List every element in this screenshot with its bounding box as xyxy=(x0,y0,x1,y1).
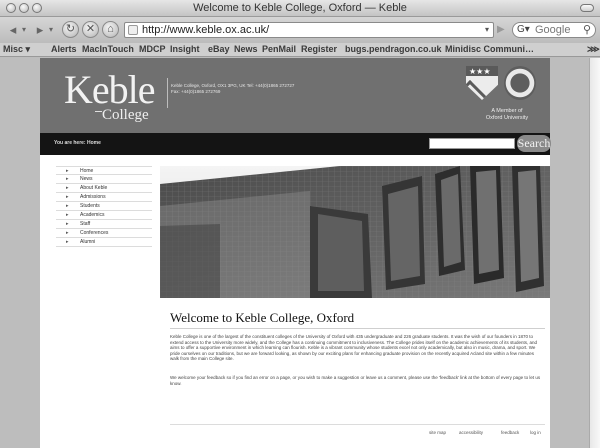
bookmarks-bar: Misc ▾ Alerts MacInTouch MDCP Insight eB… xyxy=(0,43,600,57)
left-navigation: ▸ Home ▸ News ▸ About Keble ▸ Admissions ▸ St… xyxy=(56,166,152,247)
window-title: Welcome to Keble College, Oxford — Keble xyxy=(193,2,407,14)
member-line-2: Oxford University xyxy=(485,115,529,121)
search-placeholder: Google xyxy=(535,24,571,36)
footer-divider xyxy=(170,424,545,425)
stop-button[interactable]: ✕ xyxy=(82,21,99,38)
nav-label: News xyxy=(80,176,93,182)
oxford-university-seal-icon xyxy=(504,66,536,100)
vertical-scrollbar[interactable] xyxy=(589,58,600,448)
bookmark-ebay[interactable]: eBay xyxy=(208,44,230,54)
nav-label: About Keble xyxy=(80,185,108,191)
college-address: Keble College, Oxford, OX1 3PG, UK Tel: … xyxy=(171,83,295,94)
nav-label: Staff xyxy=(80,221,91,227)
feed-icon[interactable]: ▶ xyxy=(497,24,505,35)
forward-history-dropdown-icon[interactable]: ▾ xyxy=(47,22,55,38)
footer-link-accessibility[interactable]: accessibility xyxy=(459,430,483,435)
title-divider xyxy=(170,328,545,329)
keble-logo[interactable]: Keble xyxy=(64,70,156,110)
footer-link-log-in[interactable]: log in xyxy=(530,430,541,435)
nav-label: Students xyxy=(80,203,100,209)
header-divider xyxy=(167,78,168,108)
chevron-right-icon: ▸ xyxy=(66,221,69,227)
bookmark-penmail[interactable]: PenMail xyxy=(262,44,296,54)
nav-item-academics[interactable]: ▸ Academics xyxy=(56,211,152,220)
nav-label: Alumni xyxy=(80,239,96,245)
nav-item-conferences[interactable]: ▸ Conferences xyxy=(56,229,152,238)
url-text[interactable]: http://www.keble.ox.ac.uk/ xyxy=(142,24,269,36)
hero-photo-building xyxy=(160,166,550,298)
back-history-dropdown-icon[interactable]: ▾ xyxy=(20,22,28,38)
reload-button[interactable]: ↻ xyxy=(62,21,79,38)
page-title: Welcome to Keble College, Oxford xyxy=(170,310,355,325)
crest-stars: ★★★ xyxy=(469,67,491,76)
member-of-oxford-text[interactable]: A Member of Oxford University xyxy=(477,108,537,122)
browser-search-box[interactable]: G▾ Google ⚲ xyxy=(512,22,596,38)
footer-link-site-map[interactable]: site map xyxy=(429,430,446,435)
window-titlebar: Welcome to Keble College, Oxford — Keble xyxy=(0,0,600,17)
home-button[interactable]: ⌂ xyxy=(102,21,119,38)
bookmark-register[interactable]: Register xyxy=(301,44,337,54)
bookmark-misc[interactable]: Misc ▾ xyxy=(3,44,30,55)
toolbar-toggle-button[interactable] xyxy=(580,4,594,12)
chevron-right-icon: ▸ xyxy=(66,212,69,218)
intro-paragraph: Keble College is one of the largest of t… xyxy=(170,334,538,362)
nav-item-admissions[interactable]: ▸ Admissions xyxy=(56,193,152,202)
chevron-right-icon: ▸ xyxy=(66,194,69,200)
member-line-1: A Member of xyxy=(491,108,523,114)
bookmark-bugs-pendragon[interactable]: bugs.pendragon.co.uk xyxy=(345,44,442,54)
keble-crest-icon: ★★★ xyxy=(466,66,498,100)
bookmark-mdcp[interactable]: MDCP xyxy=(139,44,166,54)
main-content: ▸ Home ▸ News ▸ About Keble ▸ Admissions ▸ St… xyxy=(40,155,550,448)
bookmark-minidisc[interactable]: Minidisc Communi… xyxy=(445,44,534,54)
chevron-right-icon: ▸ xyxy=(66,230,69,236)
nav-item-home[interactable]: ▸ Home xyxy=(56,166,152,175)
browser-toolbar: ◂ ▾ ▸ ▾ ↻ ✕ ⌂ http://www.keble.ox.ac.uk/… xyxy=(0,17,600,43)
keble-logo-subtitle: College xyxy=(102,107,149,123)
bookmark-insight[interactable]: Insight xyxy=(170,44,200,54)
nav-item-students[interactable]: ▸ Students xyxy=(56,202,152,211)
nav-item-alumni[interactable]: ▸ Alumni xyxy=(56,238,152,247)
chevron-right-icon: ▸ xyxy=(66,203,69,209)
site-header: Keble College Keble College, Oxford, OX1… xyxy=(40,58,550,133)
nav-item-about-keble[interactable]: ▸ About Keble xyxy=(56,184,152,193)
site-favicon-icon xyxy=(128,25,138,35)
logo-rule xyxy=(95,111,102,112)
feedback-paragraph: We welcome your feedback so if you find … xyxy=(170,375,541,386)
chevron-right-icon: ▸ xyxy=(66,239,69,245)
bookmark-alerts[interactable]: Alerts xyxy=(51,44,77,54)
breadcrumb: You are here: Home xyxy=(54,140,101,146)
building-photo-illustration xyxy=(160,166,550,298)
location-bar: You are here: Home Search xyxy=(40,133,551,155)
bookmarks-overflow-icon[interactable]: ⋙ xyxy=(587,44,600,55)
nav-label: Admissions xyxy=(80,194,106,200)
search-engine-selector[interactable]: G▾ xyxy=(517,24,530,35)
site-search-input[interactable] xyxy=(429,138,515,149)
chevron-right-icon: ▸ xyxy=(66,176,69,182)
footer-link-feedback[interactable]: feedback xyxy=(501,430,519,435)
nav-label: Conferences xyxy=(80,230,109,236)
nav-label: Academics xyxy=(80,212,105,218)
nav-item-staff[interactable]: ▸ Staff xyxy=(56,220,152,229)
site-search-button[interactable]: Search xyxy=(517,135,551,152)
url-history-dropdown-icon[interactable]: ▾ xyxy=(485,25,489,34)
crest-chevron xyxy=(466,80,487,100)
address-bar[interactable]: http://www.keble.ox.ac.uk/ ▾ xyxy=(124,22,494,38)
chevron-right-icon: ▸ xyxy=(66,185,69,191)
nav-item-news[interactable]: ▸ News xyxy=(56,175,152,184)
page-viewport: Keble College Keble College, Oxford, OX1… xyxy=(0,58,589,448)
bookmark-news[interactable]: News xyxy=(234,44,258,54)
bookmark-macintouch[interactable]: MacInTouch xyxy=(82,44,134,54)
search-icon[interactable]: ⚲ xyxy=(583,23,591,36)
